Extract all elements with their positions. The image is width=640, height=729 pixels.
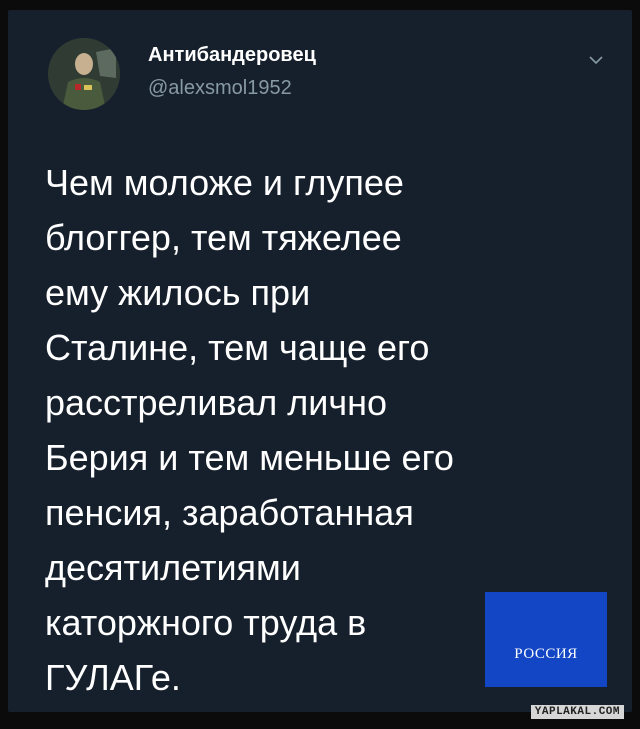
author-handle[interactable]: @alexsmol1952 (148, 77, 292, 100)
author-name[interactable]: Антибандеровец (148, 44, 316, 67)
avatar[interactable] (48, 38, 120, 110)
avatar-image (48, 38, 120, 110)
watermark: YAPLAKAL.COM (530, 705, 624, 719)
chevron-down-icon[interactable] (586, 50, 606, 70)
channel-label: РОССИЯ (514, 646, 578, 662)
tweet-header: Антибандеровец @alexsmol1952 (48, 32, 628, 112)
channel-logo: РОССИЯ (485, 592, 607, 687)
